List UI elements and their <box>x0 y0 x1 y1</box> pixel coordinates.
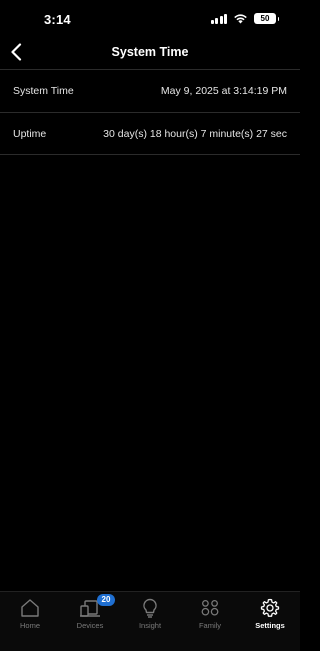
tab-insight[interactable]: Insight <box>120 592 180 651</box>
tab-devices[interactable]: 20 Devices <box>60 592 120 651</box>
tab-label: Family <box>198 621 222 630</box>
tab-home[interactable]: Home <box>0 592 60 651</box>
tab-label: Home <box>19 621 40 630</box>
battery-icon: 50 <box>254 13 279 24</box>
tab-settings[interactable]: Settings <box>240 592 300 651</box>
devices-count-badge: 20 <box>97 594 115 606</box>
nav-header: System Time <box>0 38 300 68</box>
battery-level: 50 <box>260 14 270 23</box>
row-value: 30 day(s) 18 hour(s) 7 minute(s) 27 sec <box>103 127 287 140</box>
lightbulb-icon <box>139 597 161 619</box>
status-time: 3:14 <box>44 12 71 27</box>
tab-family[interactable]: Family <box>180 592 240 651</box>
status-icons: 50 <box>210 13 279 24</box>
screen: 3:14 50 System Time System Time May 9, 2… <box>0 0 300 651</box>
tab-label: Insight <box>138 621 162 630</box>
wifi-icon <box>234 14 247 24</box>
status-bar: 3:14 50 <box>0 0 300 38</box>
cellular-signal-icon <box>210 13 227 24</box>
tab-label: Settings <box>255 621 285 630</box>
uptime-row: Uptime 30 day(s) 18 hour(s) 7 minute(s) … <box>0 112 300 155</box>
tab-label: Devices <box>76 621 104 630</box>
home-icon <box>19 597 41 619</box>
row-label: System Time <box>13 85 74 97</box>
row-value: May 9, 2025 at 3:14:19 PM <box>160 85 287 97</box>
system-time-row: System Time May 9, 2025 at 3:14:19 PM <box>0 69 300 112</box>
tab-bar: Home 20 Devices Insight Family Settings <box>0 591 300 651</box>
info-list: System Time May 9, 2025 at 3:14:19 PM Up… <box>0 69 300 155</box>
gear-icon <box>259 597 281 619</box>
row-label: Uptime <box>13 127 47 140</box>
page-title: System Time <box>111 45 189 59</box>
family-icon <box>199 597 221 619</box>
